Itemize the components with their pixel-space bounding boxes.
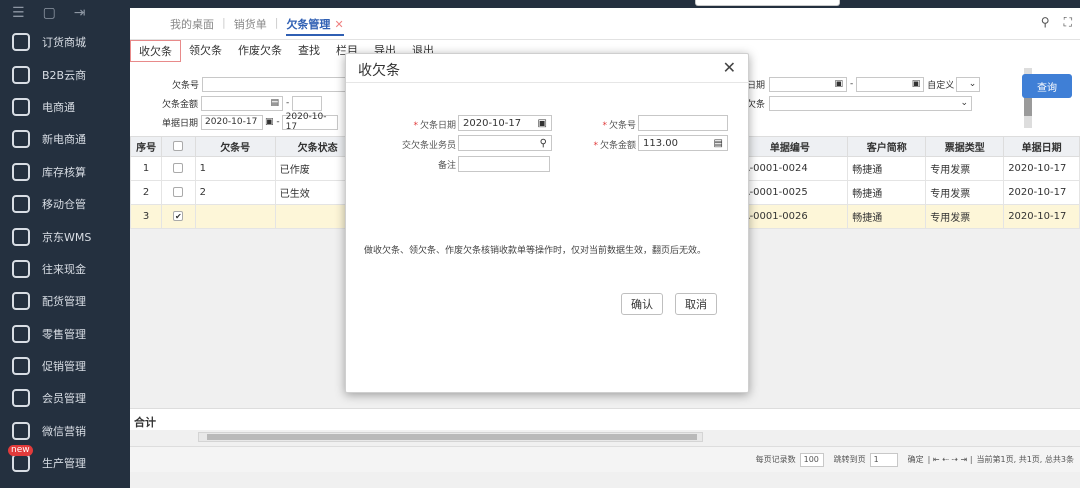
close-icon[interactable]: ✕ (723, 58, 736, 77)
calculator-icon[interactable]: ▤ (714, 138, 723, 149)
iou-no-label: * 欠条号 (602, 121, 636, 131)
amount-label: * 欠条金额 (593, 141, 636, 151)
dialog-note: 做收欠条、领欠条、作废欠条核销收款单等操作时，仅对当前数据生效，翻页后无效。 (364, 246, 707, 256)
dialog-title: 收欠条 (358, 63, 400, 79)
receive-iou-dialog: 收欠条 ✕ * 欠条日期 2020-10-17 ▣ * 欠条号 交欠条业务员 ⚲ *… (345, 53, 750, 393)
remark-input[interactable] (458, 156, 550, 172)
confirm-button[interactable]: 确认 (621, 293, 663, 315)
salesman-input[interactable]: ⚲ (458, 135, 552, 151)
iou-date-label: * 欠条日期 (413, 121, 456, 131)
modal-overlay: 收欠条 ✕ * 欠条日期 2020-10-17 ▣ * 欠条号 交欠条业务员 ⚲ *… (0, 0, 1080, 488)
remark-label: 备注 (437, 161, 456, 171)
search-icon[interactable]: ⚲ (540, 138, 547, 149)
salesman-label: 交欠条业务员 (401, 141, 456, 151)
iou-no-input[interactable] (638, 115, 728, 131)
amount-input[interactable]: 113.00 ▤ (638, 135, 728, 151)
iou-date-input[interactable]: 2020-10-17 ▣ (458, 115, 552, 131)
cancel-button[interactable]: 取消 (675, 293, 717, 315)
calendar-icon[interactable]: ▣ (538, 118, 547, 129)
